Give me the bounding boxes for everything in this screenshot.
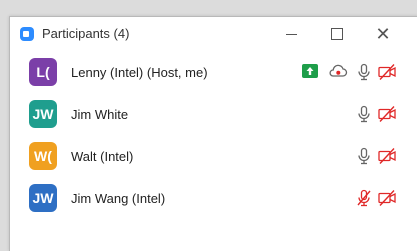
maximize-button[interactable] [314,17,360,51]
avatar: W( [29,142,57,170]
avatar: L( [29,58,57,86]
video-off-icon[interactable] [377,62,397,82]
participant-name: Walt (Intel) [71,149,134,164]
participants-window: Participants (4) ✕ L( Lenny (Intel) (Hos… [9,16,417,251]
video-off-icon[interactable] [377,104,397,124]
participant-row[interactable]: L( Lenny (Intel) (Host, me) [10,53,417,93]
participant-row[interactable]: W( Walt (Intel) [10,137,417,177]
zoom-app-icon [20,27,34,41]
microphone-icon[interactable] [354,62,374,82]
participant-name: Jim Wang (Intel) [71,191,166,206]
participant-name: Jim White [71,107,129,122]
maximize-icon [331,28,343,40]
avatar: JW [29,184,57,212]
participant-row[interactable]: JW Jim Wang (Intel) [10,179,417,219]
close-button[interactable]: ✕ [360,17,406,51]
avatar: JW [29,100,57,128]
minimize-icon [285,33,297,35]
microphone-muted-icon[interactable] [354,188,374,208]
cloud-recording-icon [328,62,348,82]
microphone-icon[interactable] [354,146,374,166]
participant-name: Lenny (Intel) (Host, me) [71,65,208,80]
screen-share-icon [302,64,318,78]
participant-row[interactable]: JW Jim White [10,95,417,135]
video-off-icon[interactable] [377,146,397,166]
minimize-button[interactable] [268,17,314,51]
video-off-icon[interactable] [377,188,397,208]
close-icon: ✕ [375,24,391,44]
microphone-icon[interactable] [354,104,374,124]
window-title: Participants (4) [42,26,130,41]
title-bar[interactable]: Participants (4) ✕ [10,17,417,51]
